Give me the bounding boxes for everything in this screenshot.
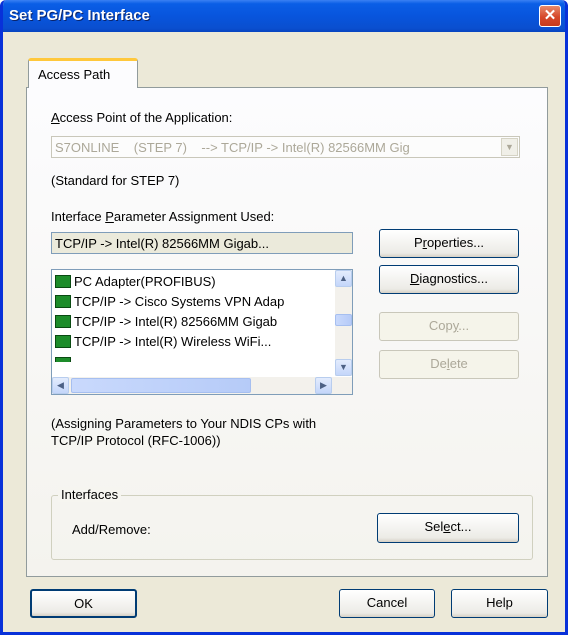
tab-label: Access Path [38,67,111,82]
add-remove-label: Add/Remove: [72,522,151,537]
properties-button[interactable]: Properties... [379,229,519,258]
access-point-label: Access Point of the Application: [51,110,233,125]
ok-button[interactable]: OK [30,589,137,618]
description-text: (Assigning Parameters to Your NDIS CPs w… [51,416,317,448]
select-button[interactable]: Select... [377,513,519,543]
list-item-label: PC Adapter(PROFIBUS) [74,274,216,289]
interface-list[interactable]: PC Adapter(PROFIBUS) TCP/IP -> Cisco Sys… [51,269,353,395]
parameter-field[interactable]: TCP/IP -> Intel(R) 82566MM Gigab... [51,232,353,254]
list-item[interactable]: PC Adapter(PROFIBUS) [55,274,331,294]
network-adapter-icon [55,315,71,328]
access-point-value: S7ONLINE (STEP 7) --> TCP/IP -> Intel(R)… [55,140,410,155]
dropdown-arrow-icon[interactable]: ▼ [501,138,518,156]
window-title: Set PG/PC Interface [9,7,150,24]
list-item[interactable]: TCP/IP -> Cisco Systems VPN Adap [55,294,331,314]
copy-button[interactable]: Copy... [379,312,519,341]
dialog-window: Set PG/PC Interface ✕ Access Path Access… [0,0,568,635]
scroll-right-button[interactable]: ▶ [315,377,332,394]
vertical-scrollbar[interactable]: ▲ ▼ [335,270,352,376]
parameter-label: Interface Parameter Assignment Used: [51,209,275,224]
scroll-up-button[interactable]: ▲ [335,270,352,287]
scroll-left-button[interactable]: ◀ [52,377,69,394]
scroll-down-button[interactable]: ▼ [335,359,352,376]
list-item[interactable] [55,356,331,362]
title-bar[interactable]: Set PG/PC Interface ✕ [3,0,565,32]
network-adapter-icon [55,335,71,348]
network-adapter-icon [55,357,71,362]
cancel-button[interactable]: Cancel [339,589,435,618]
close-button[interactable]: ✕ [539,5,561,27]
horizontal-scroll-thumb[interactable] [71,378,251,393]
access-point-note: (Standard for STEP 7) [51,173,180,188]
list-item[interactable]: TCP/IP -> Intel(R) Wireless WiFi... [55,334,331,354]
interfaces-group-title: Interfaces [58,487,122,502]
list-item[interactable]: TCP/IP -> Intel(R) 82566MM Gigab [55,314,331,334]
vertical-scroll-thumb[interactable] [335,314,352,326]
horizontal-scrollbar[interactable]: ◀ ▶ [52,377,352,394]
parameter-value: TCP/IP -> Intel(R) 82566MM Gigab... [55,236,269,251]
access-point-dropdown[interactable]: S7ONLINE (STEP 7) --> TCP/IP -> Intel(R)… [51,136,520,158]
network-adapter-icon [55,295,71,308]
list-item-label: TCP/IP -> Intel(R) Wireless WiFi... [74,334,272,349]
help-button[interactable]: Help [451,589,548,618]
delete-button[interactable]: Delete [379,350,519,379]
diagnostics-button[interactable]: Diagnostics... [379,265,519,294]
tab-access-path[interactable]: Access Path [28,58,138,88]
close-icon: ✕ [543,7,557,24]
network-adapter-icon [55,275,71,288]
list-item-label: TCP/IP -> Intel(R) 82566MM Gigab [74,314,278,329]
list-item-label: TCP/IP -> Cisco Systems VPN Adap [74,294,285,309]
